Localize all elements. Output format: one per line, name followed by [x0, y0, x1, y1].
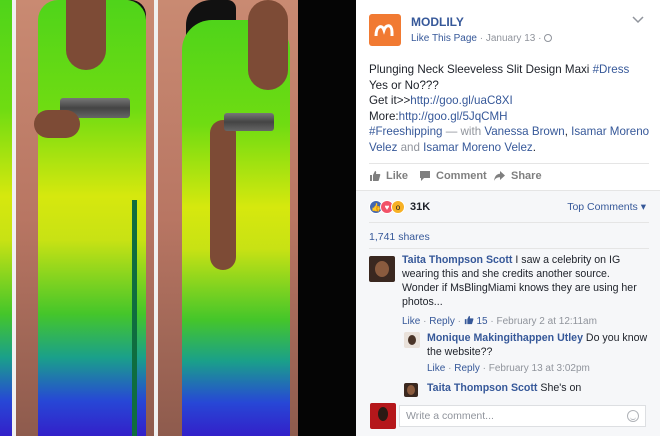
comment-button[interactable]: Comment [419, 170, 487, 182]
comment-label: Comment [436, 170, 487, 182]
post-date[interactable]: · January 13 · [477, 33, 544, 44]
reply-author[interactable]: Monique Makingithappen Utley [427, 332, 583, 344]
comment-input[interactable]: Write a comment... [399, 405, 646, 427]
reply-body: Taita Thompson Scott She's on [427, 381, 649, 395]
page-name[interactable]: MODLILY [411, 15, 464, 29]
comment-author[interactable]: Taita Thompson Scott [402, 254, 512, 266]
comment-bubble-icon [419, 170, 431, 182]
hashtag-freeshipping[interactable]: #Freeshipping [369, 125, 442, 138]
period-text: . [532, 140, 536, 154]
share-label: Share [511, 170, 542, 182]
post-link[interactable]: http://goo.gl/5JqCMH [399, 110, 508, 123]
and-text: and [397, 140, 424, 154]
photo-background [298, 0, 356, 436]
post-meta: Like This Page · January 13 · [411, 33, 553, 44]
reply-body: Monique Makingithappen Utley Do you know… [427, 331, 649, 359]
comment-like-link[interactable]: Like [402, 316, 420, 327]
reply-time[interactable]: February 13 at 3:02pm [489, 363, 590, 374]
current-user-avatar[interactable] [370, 403, 396, 429]
divider [369, 248, 649, 249]
facebook-post: MODLILY Like This Page · January 13 · Pl… [356, 0, 660, 436]
product-photo [0, 0, 356, 436]
shares-count[interactable]: 1,741 shares [369, 231, 430, 243]
photo-panel-left [0, 0, 12, 436]
reaction-count: 31K [410, 201, 431, 213]
post-text-line: Yes or No??? [369, 78, 439, 92]
post-text-line: More: [369, 109, 399, 123]
comments-section [356, 191, 660, 436]
share-arrow-icon [493, 170, 506, 182]
divider [369, 222, 649, 223]
reply-meta: Like · Reply · February 13 at 3:02pm [427, 363, 590, 374]
emoji-smile-icon[interactable] [627, 410, 639, 422]
avatar[interactable] [404, 332, 420, 348]
post-link[interactable]: http://goo.gl/uaC8XI [410, 94, 512, 107]
comment-likes[interactable]: 15 [464, 315, 488, 327]
photo-panel-front [16, 0, 154, 436]
share-button[interactable]: Share [493, 170, 542, 182]
wow-reaction-icon: o [391, 200, 405, 214]
post-text-line: Get it>> [369, 94, 411, 108]
reply-author[interactable]: Taita Thompson Scott [427, 382, 537, 394]
page-logo[interactable] [369, 14, 401, 46]
post-actions: Like Comment Share [369, 170, 649, 186]
thumbs-up-icon [464, 315, 474, 325]
hashtag-dress[interactable]: #Dress [593, 63, 630, 76]
photo-panel-side [158, 0, 298, 436]
divider [369, 163, 649, 164]
top-comments-dropdown[interactable]: Top Comments ▾ [567, 201, 646, 213]
comment-body: Taita Thompson Scott I saw a celebrity o… [402, 253, 648, 309]
comment-like-count: 15 [476, 316, 488, 327]
thumbs-up-icon [369, 170, 381, 182]
reactions-summary[interactable]: 👍 ♥ o 31K [369, 199, 430, 215]
post-options-chevron-icon[interactable] [632, 16, 646, 26]
globe-icon [544, 34, 553, 42]
avatar[interactable] [369, 256, 395, 282]
comment-time[interactable]: February 2 at 12:11am [497, 316, 597, 327]
post-header: MODLILY Like This Page · January 13 · [356, 0, 660, 58]
reply-reply-link[interactable]: Reply [454, 363, 480, 374]
like-label: Like [386, 170, 409, 182]
with-text: — with [442, 125, 485, 139]
post-body: Plunging Neck Sleeveless Slit Design Max… [369, 62, 654, 156]
reply-like-link[interactable]: Like [427, 363, 445, 374]
tagged-person[interactable]: Vanessa Brown [484, 125, 564, 138]
avatar[interactable] [404, 383, 418, 397]
like-button[interactable]: Like [369, 170, 408, 182]
like-page-link[interactable]: Like This Page [411, 33, 477, 44]
post-text-line: Plunging Neck Sleeveless Slit Design Max… [369, 63, 593, 76]
comment-reply-link[interactable]: Reply [429, 316, 455, 327]
comment-meta: Like · Reply · 15 · February 2 at 12:11a… [402, 315, 597, 327]
tagged-person[interactable]: Isamar Moreno Velez [423, 141, 533, 154]
reply-text: She's on [537, 382, 582, 394]
